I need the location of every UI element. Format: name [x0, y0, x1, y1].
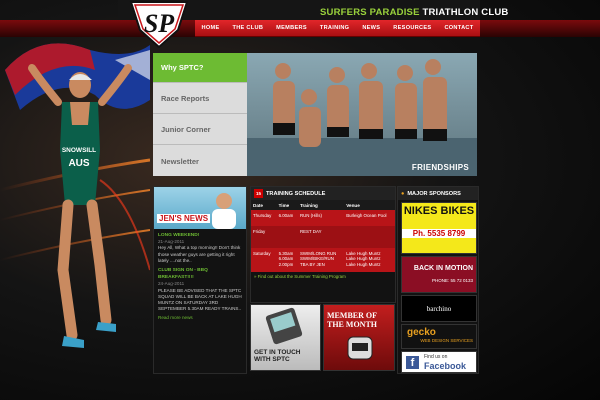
- cell-venue: Lake Hugh Muntz: [346, 262, 381, 267]
- nav-members[interactable]: MEMBERS: [276, 25, 307, 31]
- cell-day: Saturday: [253, 251, 271, 256]
- news-body: PLEASE BE ADVISED THAT THE SPTC SQUAD WI…: [158, 287, 242, 312]
- photo-caption: FRIENDSHIPS: [411, 163, 469, 172]
- get-in-touch-text: GET IN TOUCH WITH SPTC: [254, 349, 301, 363]
- logo-text: SP: [144, 9, 175, 38]
- col-venue: Venue: [344, 200, 395, 210]
- back-in-motion-phone: PHONE: 55 72 0133: [431, 278, 473, 283]
- menu-why-sptc[interactable]: Why SPTC?: [153, 53, 257, 83]
- sponsor-back-in-motion[interactable]: BACK IN MOTION PHONE: 55 72 0133: [401, 256, 477, 293]
- member-of-month-promo[interactable]: MEMBER OF THE MONTH: [323, 304, 395, 371]
- table-row: Thursday 6.00am RUN (Hills) Burleigh Oce…: [251, 210, 395, 226]
- cell-time: 2.00pm: [278, 262, 294, 267]
- nav-home[interactable]: HOME: [202, 25, 220, 31]
- member-of-month-text: MEMBER OF THE MONTH: [327, 311, 378, 329]
- friendships-photo[interactable]: FRIENDSHIPS: [247, 53, 477, 176]
- cell-time: 6.00am: [278, 213, 294, 218]
- nav-resources[interactable]: RESOURCES: [393, 25, 431, 31]
- jens-news-banner[interactable]: JEN'S NEWS: [154, 187, 246, 229]
- get-in-touch-promo[interactable]: GET IN TOUCH WITH SPTC: [250, 304, 321, 371]
- table-row: Friday REST DAY: [251, 226, 395, 248]
- club-name-part1: SURFERS PARADISE: [320, 7, 420, 18]
- athlete-country: AUS: [68, 158, 89, 169]
- sponsors-panel: ● MAJOR SPONSORS NIKES BIKES Ph. 5535 87…: [397, 186, 479, 374]
- schedule-header: 15 TRAINING SCHEDULE: [251, 187, 395, 200]
- cell-venue: Lake Hugh Muntz: [346, 251, 381, 256]
- athlete-bib-name: SNOWSILL: [62, 147, 96, 154]
- cell-day: [251, 262, 277, 272]
- news-heading[interactable]: CLUB SIGN ON - BBQ BREAKFAST!!!!: [158, 268, 208, 280]
- sponsors-title: MAJOR SPONSORS: [407, 190, 461, 197]
- menu-junior-corner[interactable]: Junior Corner: [153, 115, 247, 145]
- summer-program-link[interactable]: » Find out about the Summer Training Pro…: [251, 272, 395, 281]
- nav-news[interactable]: NEWS: [362, 25, 380, 31]
- sponsor-gecko[interactable]: gecko WEB DESIGN SERVICES: [401, 324, 477, 349]
- sponsor-barchino[interactable]: barchino: [401, 295, 477, 322]
- cell-training: REST DAY: [299, 229, 322, 234]
- jens-news-title: JEN'S NEWS: [157, 214, 211, 223]
- news-item[interactable]: LONG WEEKEND! 21-Aug-2011 Hey All, What …: [158, 232, 242, 264]
- facebook-icon: f: [406, 356, 419, 369]
- news-heading[interactable]: LONG WEEKEND!: [158, 233, 199, 238]
- news-body: Hey All, What a top morning!! Don't thin…: [158, 245, 241, 263]
- stopwatch-icon: [347, 336, 373, 360]
- news-date: 24-Aug-2011: [158, 281, 185, 287]
- menu-newsletter[interactable]: Newsletter: [153, 146, 247, 176]
- feature-menu: Why SPTC? Race Reports Junior Corner New…: [153, 53, 257, 176]
- jens-news-panel: JEN'S NEWS LONG WEEKEND! 21-Aug-2011 Hey…: [153, 186, 247, 374]
- table-row: 2.00pm TBA BY JEN Lake Hugh Muntz: [251, 262, 395, 272]
- cell-venue: [344, 226, 395, 248]
- sponsor-star-icon: ●: [401, 190, 405, 197]
- nikes-bikes-phone: Ph. 5535 8799: [402, 229, 476, 238]
- col-training: Training: [297, 200, 345, 210]
- col-date: Date: [251, 200, 277, 210]
- cell-training: SWIM/LONG RUN: [299, 251, 337, 256]
- back-in-motion-logo: BACK IN MOTION: [413, 265, 473, 272]
- cell-day: Thursday: [253, 213, 272, 218]
- athlete-image: SNOWSILL AUS: [0, 43, 150, 348]
- sponsor-facebook[interactable]: f Find us on Facebook: [401, 351, 477, 373]
- main-nav: HOME THE CLUB MEMBERS TRAINING NEWS RESO…: [195, 20, 480, 37]
- group-photo-figures: [247, 59, 477, 176]
- sponsors-header: ● MAJOR SPONSORS: [398, 187, 478, 200]
- read-more-news-link[interactable]: Read more news: [158, 315, 193, 320]
- page: SP SURFERS PARADISE TRIATHLON CLUB HOME …: [0, 0, 600, 400]
- cell-day: Friday: [253, 229, 266, 234]
- nav-contact[interactable]: CONTACT: [444, 25, 473, 31]
- cell-training: TBA BY JEN: [299, 262, 325, 267]
- club-name-part2: TRIATHLON CLUB: [422, 7, 509, 18]
- training-schedule-panel: 15 TRAINING SCHEDULE Date Time Training …: [250, 186, 396, 303]
- menu-race-reports[interactable]: Race Reports: [153, 84, 247, 114]
- club-title: SURFERS PARADISE TRIATHLON CLUB: [320, 7, 508, 18]
- schedule-title: TRAINING SCHEDULE: [266, 190, 326, 197]
- cell-venue: Burleigh Ocean Pool: [346, 213, 387, 218]
- nikes-bikes-logo: NIKES BIKES: [403, 205, 475, 217]
- news-item[interactable]: CLUB SIGN ON - BBQ BREAKFAST!!!! 24-Aug-…: [158, 267, 242, 312]
- schedule-table: Date Time Training Venue Thursday 6.00am…: [251, 200, 395, 272]
- cell-time: [277, 226, 298, 248]
- table-row: Saturday 5.30am SWIM/LONG RUN Lake Hugh …: [251, 248, 395, 256]
- cell-time: 5.30am: [278, 251, 294, 256]
- cell-training: RUN (Hills): [299, 213, 322, 218]
- jens-news-list: LONG WEEKEND! 21-Aug-2011 Hey All, What …: [154, 229, 246, 325]
- phone-image: [265, 307, 303, 345]
- feature-panel: Why SPTC? Race Reports Junior Corner New…: [153, 53, 477, 176]
- barchino-logo: barchino: [426, 305, 452, 313]
- sponsor-nikes-bikes[interactable]: NIKES BIKES Ph. 5535 8799: [401, 202, 477, 254]
- calendar-icon: 15: [254, 189, 263, 198]
- nav-the-club[interactable]: THE CLUB: [232, 25, 263, 31]
- nav-training[interactable]: TRAINING: [320, 25, 349, 31]
- gecko-subtitle: WEB DESIGN SERVICES: [420, 338, 473, 343]
- facebook-find-text: Find us on: [424, 354, 448, 360]
- col-time: Time: [276, 200, 298, 210]
- gecko-logo: gecko: [407, 327, 436, 338]
- facebook-text: Facebook: [424, 361, 467, 371]
- news-date: 21-Aug-2011: [158, 239, 185, 245]
